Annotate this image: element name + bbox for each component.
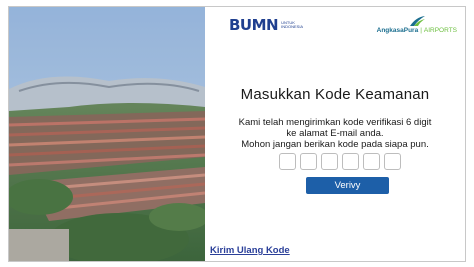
bumn-logo-subtitle: UNTUK INDONESIA — [281, 20, 304, 29]
code-digit-2[interactable] — [300, 153, 317, 170]
verification-panel: BUMN UNTUK INDONESIA AngkasaPura | AIRPORT… — [205, 7, 465, 261]
angkasa-pura-subtitle: AIRPORTS — [423, 27, 457, 34]
code-digit-1[interactable] — [279, 153, 296, 170]
bumn-logo: BUMN UNTUK INDONESIA — [229, 16, 304, 34]
angkasa-pura-name: AngkasaPura — [376, 27, 419, 34]
verify-button[interactable]: Verivy — [306, 177, 389, 194]
login-card: BUMN UNTUK INDONESIA AngkasaPura | AIRPORT… — [8, 6, 466, 262]
code-digit-5[interactable] — [363, 153, 380, 170]
bumn-logo-word: BUMN — [229, 16, 279, 34]
airport-photo — [9, 7, 205, 261]
page-title: Masukkan Kode Keamanan — [240, 86, 430, 103]
code-digit-3[interactable] — [321, 153, 338, 170]
angkasa-pura-logo: AngkasaPura | AIRPORTS — [377, 15, 457, 34]
code-digit-6[interactable] — [384, 153, 401, 170]
instruction-text: Kami telah mengirimkan kode verifikasi 6… — [205, 117, 465, 150]
angkasa-pura-emblem-icon — [409, 16, 425, 26]
code-digit-4[interactable] — [342, 153, 359, 170]
instruction-line-2: ke alamat E-mail anda. — [286, 128, 384, 139]
code-input-group — [279, 153, 401, 170]
instruction-line-3: Mohon jangan berikan kode pada siapa pun… — [241, 139, 429, 150]
instruction-line-1: Kami telah mengirimkan kode verifikasi 6… — [238, 117, 432, 128]
resend-code-link[interactable]: Kirim Ulang Kode — [210, 245, 290, 256]
